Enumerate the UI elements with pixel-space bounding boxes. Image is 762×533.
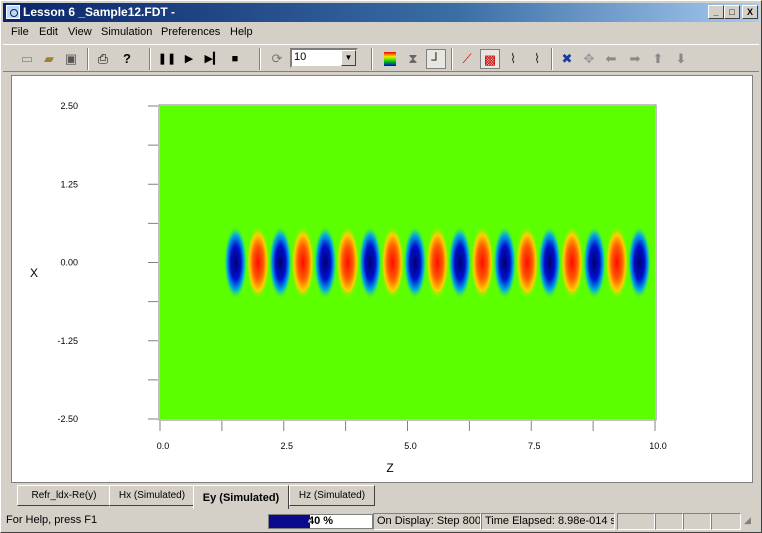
toolbar-separator [371, 48, 373, 70]
positive-lobe [560, 225, 584, 300]
x-axis-label: Z [386, 461, 393, 475]
window-title: Lesson 6 _Sample12.FDT - [23, 5, 176, 19]
stop-icon[interactable]: ■ [225, 49, 245, 69]
x-tick-label: 7.5 [528, 441, 541, 451]
chart-cross-icon[interactable]: ⌇ [527, 49, 547, 69]
tab-hx-simulated[interactable]: Hx (Simulated) [109, 485, 195, 506]
view-tabs: Refr_ldx-Re(y) Hx (Simulated) Ey (Simula… [3, 485, 759, 509]
toolbar-separator [451, 48, 453, 70]
y-tick-label: 2.50 [60, 101, 78, 111]
arrow-down-icon[interactable]: ⬇ [671, 49, 691, 69]
menu-help[interactable]: Help [230, 26, 253, 38]
positive-lobe [246, 225, 270, 300]
y-axis-label: X [30, 266, 38, 280]
time-elapsed: Time Elapsed: 8.98e-014 s [481, 513, 615, 530]
app-icon[interactable] [6, 5, 20, 19]
y-tick-label: -2.50 [57, 414, 78, 424]
application-window: Lesson 6 _Sample12.FDT - _ □ X File Edit… [0, 0, 762, 533]
negative-lobe [448, 225, 472, 300]
negative-lobe [223, 225, 248, 300]
toolbar-separator [551, 48, 553, 70]
field-plot: 2.50 1.25 0.00 -1.25 -2.50 0.0 2.5 5.0 7.5 10.0 Z… [30, 101, 667, 475]
new-file-icon[interactable]: ▭ [17, 49, 37, 69]
field-background [160, 106, 225, 419]
negative-lobe [403, 225, 427, 300]
positive-lobe [336, 225, 360, 300]
status-panel [711, 513, 741, 530]
menu-preferences[interactable]: Preferences [161, 26, 220, 38]
title-bar[interactable]: Lesson 6 _Sample12.FDT - _ □ X [3, 3, 759, 22]
negative-lobe [313, 225, 337, 300]
positive-lobe [425, 225, 450, 300]
y-tick-label: -1.25 [57, 336, 78, 346]
status-panel [617, 513, 655, 530]
toolbar-separator [87, 48, 89, 70]
negative-lobe [358, 225, 382, 300]
maximize-button[interactable]: □ [724, 5, 740, 19]
zoom-fit-icon[interactable]: ✥ [579, 49, 599, 69]
axis-icon[interactable]: ┘ [426, 49, 446, 69]
menu-file[interactable]: File [11, 26, 29, 38]
tab-ey-simulated[interactable]: Ey (Simulated) [193, 485, 289, 509]
simulation-progress: 40 % [268, 514, 373, 529]
status-panel [683, 513, 711, 530]
minimize-button[interactable]: _ [708, 5, 724, 19]
negative-lobe [627, 225, 651, 300]
arrow-left-icon[interactable]: ⬅ [601, 49, 621, 69]
menu-bar: File Edit View Simulation Preferences He… [3, 23, 759, 42]
negative-lobe [493, 225, 517, 300]
pause-icon[interactable]: ❚❚ [157, 49, 177, 69]
close-button[interactable]: X [742, 5, 758, 19]
arrow-right-icon[interactable]: ➡ [625, 49, 645, 69]
toolbar: ▭ ▰ ▣ ⎙ ? ❚❚ ▶ ▶▎ ■ ⟳ ⧗ ┘ ⟋ ▩ ⌇ ⌇ ✖ ✥ ⬅ … [3, 44, 759, 72]
display-step: On Display: Step 800 [373, 513, 481, 530]
menu-view[interactable]: View [68, 26, 92, 38]
save-icon[interactable]: ▣ [61, 49, 81, 69]
menu-simulation[interactable]: Simulation [101, 26, 152, 38]
x-tick-label: 10.0 [649, 441, 667, 451]
positive-lobe [605, 225, 629, 300]
grid-pattern-icon[interactable]: ▩ [480, 49, 500, 69]
chevron-down-icon[interactable]: ▼ [341, 50, 356, 66]
y-tick-label: 0.00 [60, 258, 78, 268]
resize-grip-icon[interactable]: ◢ [741, 513, 759, 530]
positive-lobe [515, 225, 539, 300]
zoom-value: 10 [294, 51, 307, 63]
status-bar: For Help, press F1 40 % On Display: Step… [3, 512, 759, 531]
red-axis-icon[interactable]: ⟋ [457, 49, 477, 69]
zoom-in-icon[interactable]: ✖ [557, 49, 577, 69]
field-map [160, 106, 655, 419]
positive-lobe [380, 225, 405, 300]
toolbar-separator [149, 48, 151, 70]
x-marker-icon[interactable]: ⧗ [403, 49, 423, 69]
plot-area[interactable]: 2.50 1.25 0.00 -1.25 -2.50 0.0 2.5 5.0 7.5 10.0 Z… [11, 75, 753, 483]
help-icon[interactable]: ? [117, 49, 137, 69]
refresh-icon[interactable]: ⟳ [267, 49, 287, 69]
print-icon[interactable]: ⎙ [93, 49, 113, 69]
status-panel [655, 513, 683, 530]
y-tick-label: 1.25 [60, 179, 78, 189]
arrow-up-icon[interactable]: ⬆ [648, 49, 668, 69]
progress-label: 40 % [307, 515, 334, 527]
line-chart-icon[interactable]: ⌇ [503, 49, 523, 69]
step-forward-icon[interactable]: ▶▎ [203, 49, 223, 69]
play-icon[interactable]: ▶ [179, 49, 199, 69]
negative-lobe [268, 225, 293, 300]
negative-lobe [582, 225, 607, 300]
tab-hz-simulated[interactable]: Hz (Simulated) [289, 485, 375, 506]
color-palette-icon[interactable] [384, 52, 396, 66]
help-hint: For Help, press F1 [6, 514, 98, 526]
tab-refr-idx[interactable]: Refr_ldx-Re(y) [17, 485, 111, 506]
positive-lobe [291, 225, 315, 300]
open-folder-icon[interactable]: ▰ [39, 49, 59, 69]
x-tick-label: 0.0 [157, 441, 170, 451]
menu-edit[interactable]: Edit [39, 26, 58, 38]
x-tick-label: 2.5 [280, 441, 293, 451]
toolbar-separator [259, 48, 261, 70]
x-tick-label: 5.0 [404, 441, 417, 451]
zoom-dropdown[interactable]: 10 ▼ [290, 48, 358, 68]
negative-lobe [537, 225, 562, 300]
positive-lobe [470, 225, 494, 300]
